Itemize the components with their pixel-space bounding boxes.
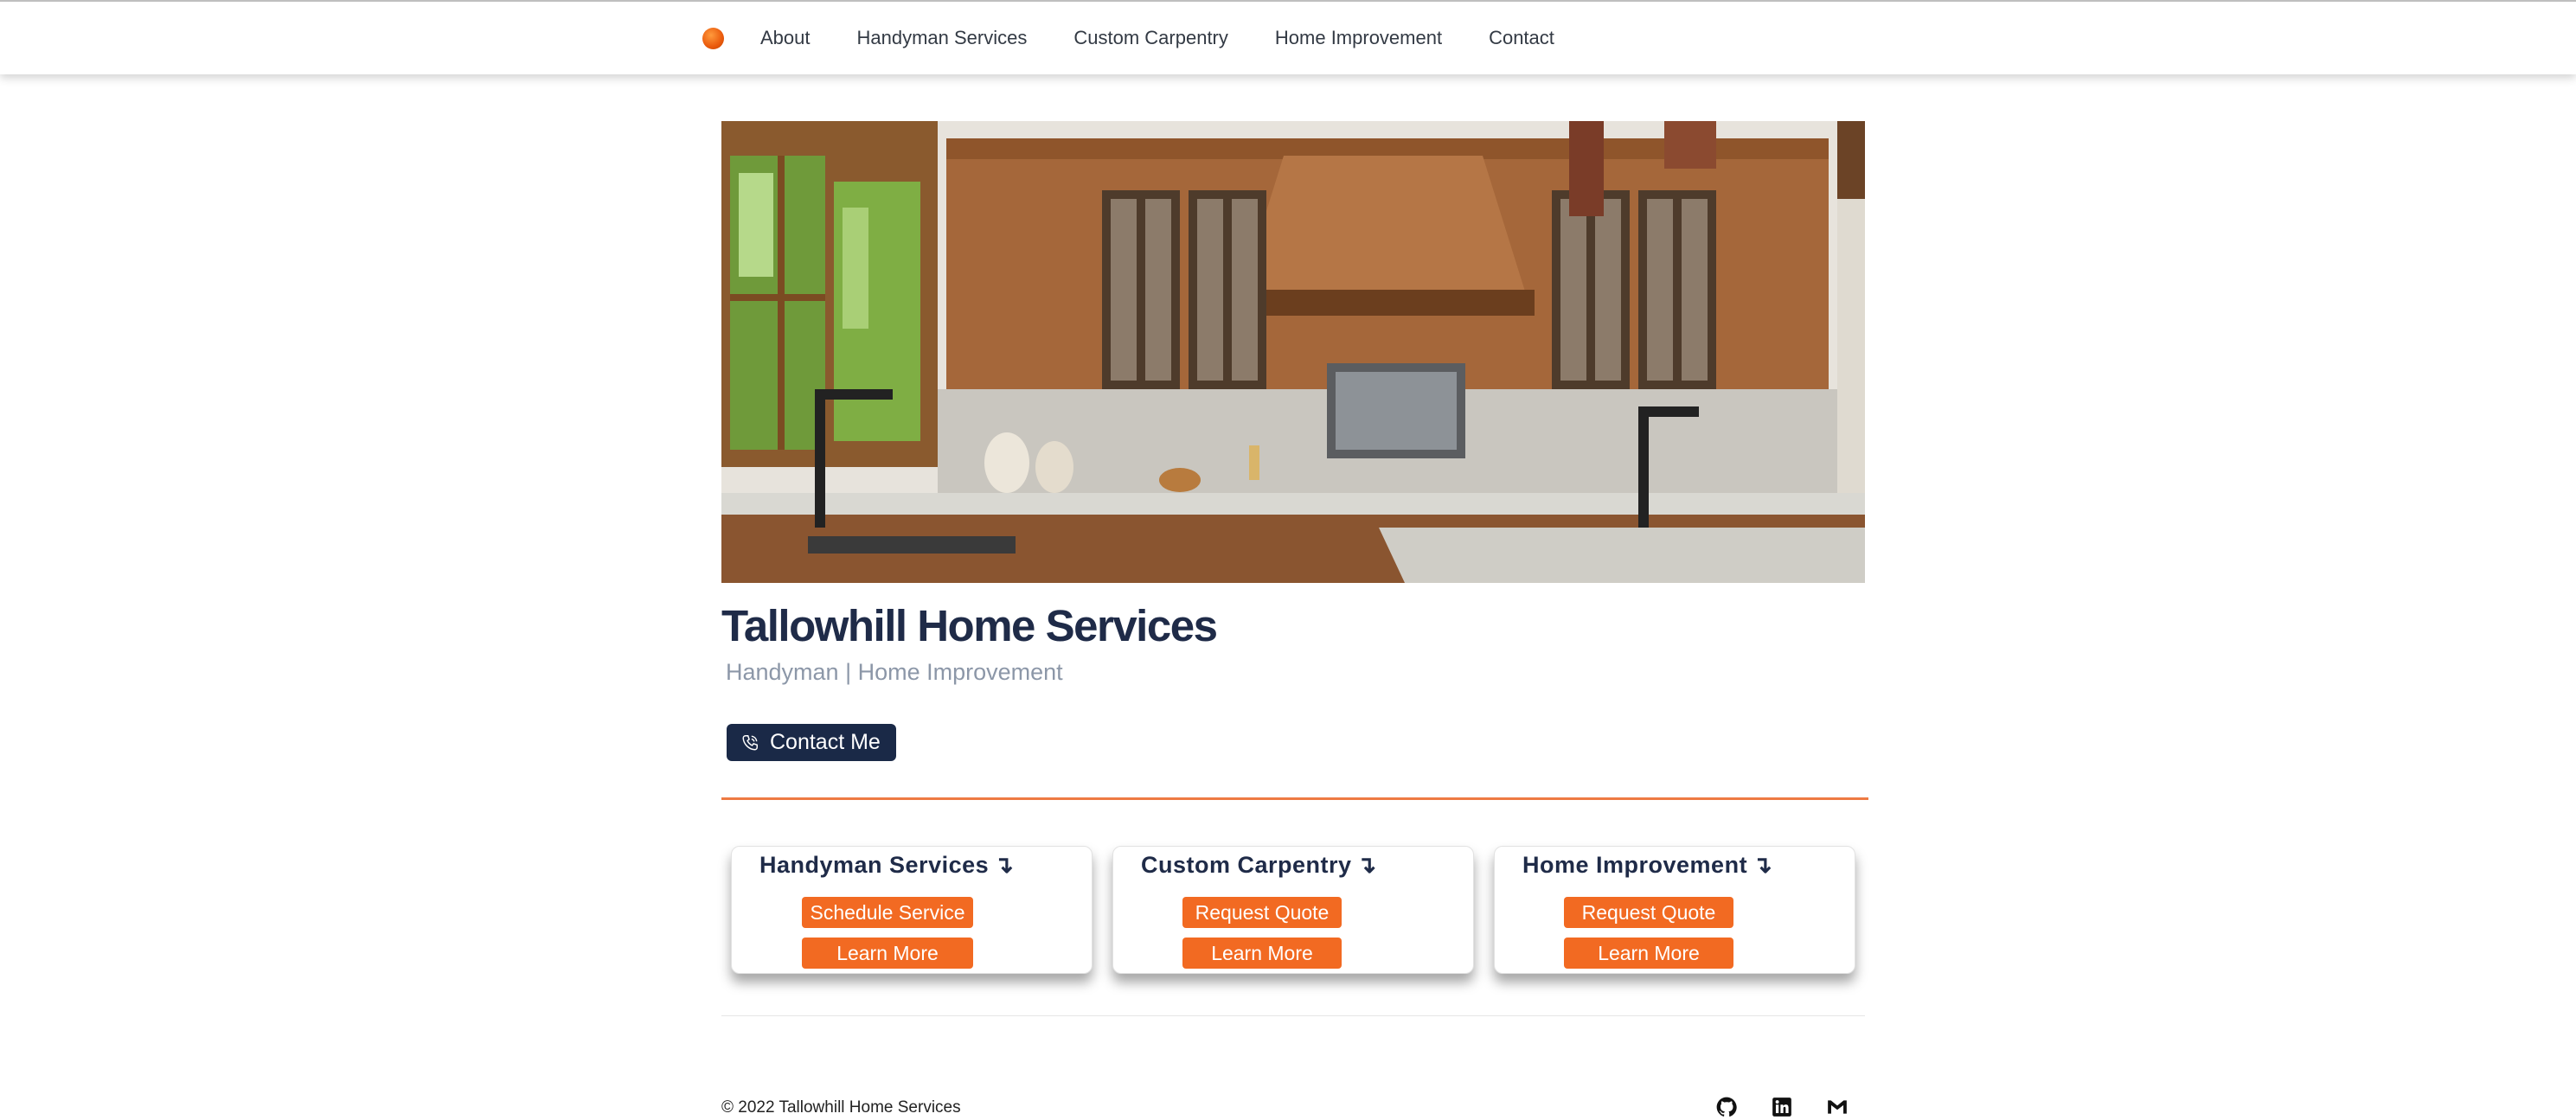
learn-more-button[interactable]: Learn More [1182,938,1342,969]
section-divider [721,797,1868,800]
down-arrow-icon: ↴ [994,852,1015,878]
nav-link-handyman-services[interactable]: Handyman Services [857,27,1028,49]
top-navbar: About Handyman Services Custom Carpentry… [0,0,2576,74]
contact-me-label: Contact Me [770,730,881,754]
card-home-improvement: Home Improvement ↴ Request Quote Learn Mo… [1494,846,1855,974]
card-title-text: Custom Carpentry [1141,852,1352,878]
down-arrow-icon: ↴ [1356,852,1377,878]
card-title: Custom Carpentry ↴ [1141,852,1377,879]
nav-link-contact[interactable]: Contact [1489,27,1554,49]
nav-link-custom-carpentry[interactable]: Custom Carpentry [1073,27,1228,49]
learn-more-button[interactable]: Learn More [802,938,973,969]
github-icon[interactable] [1715,1096,1738,1118]
nav-link-home-improvement[interactable]: Home Improvement [1275,27,1442,49]
linkedin-icon[interactable] [1771,1096,1793,1118]
phone-icon [742,734,758,751]
card-title: Home Improvement ↴ [1522,852,1772,879]
schedule-service-button[interactable]: Schedule Service [802,897,973,928]
gmail-icon[interactable] [1826,1096,1849,1118]
card-title-text: Home Improvement [1522,852,1748,878]
card-title: Handyman Services ↴ [759,852,1014,879]
orange-circle-logo-icon[interactable] [702,27,724,49]
footer-divider [721,1015,1865,1016]
card-custom-carpentry: Custom Carpentry ↴ Request Quote Learn Mo… [1112,846,1474,974]
copyright-text: © 2022 Tallowhill Home Services [721,1098,961,1117]
request-quote-button[interactable]: Request Quote [1564,897,1733,928]
card-handyman-services: Handyman Services ↴ Schedule Service Lear… [731,846,1093,974]
page-subtitle: Handyman | Home Improvement [726,659,1063,685]
card-title-text: Handyman Services [759,852,990,878]
request-quote-button[interactable]: Request Quote [1182,897,1342,928]
nav-link-about[interactable]: About [760,27,811,49]
hero-kitchen-image [721,121,1865,583]
learn-more-button[interactable]: Learn More [1564,938,1733,969]
contact-me-button[interactable]: Contact Me [727,724,896,761]
page-title: Tallowhill Home Services [721,601,1218,650]
down-arrow-icon: ↴ [1753,852,1773,878]
nav-links: About Handyman Services Custom Carpentry… [702,2,1601,74]
